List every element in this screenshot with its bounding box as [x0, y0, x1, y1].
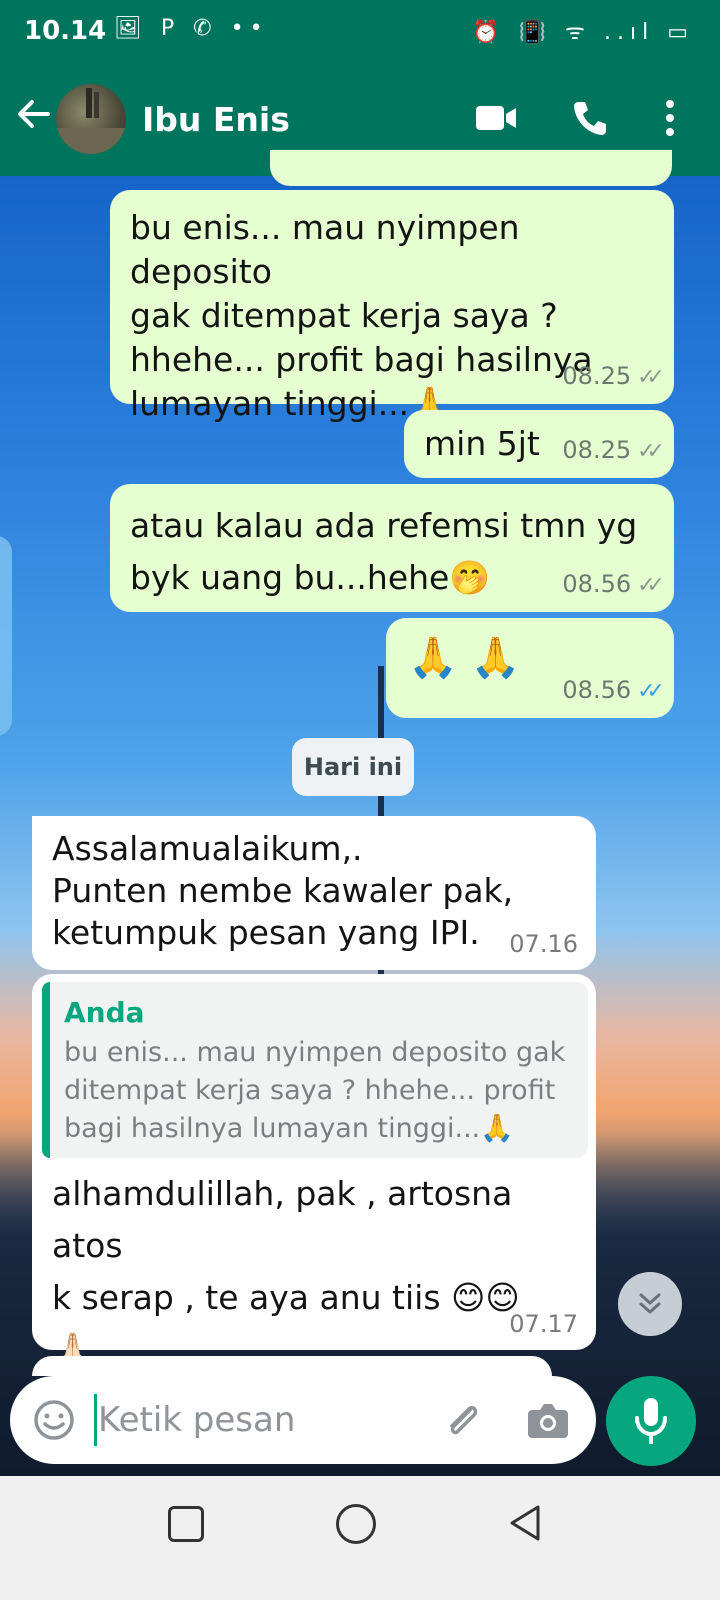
scroll-to-bottom-button[interactable] — [618, 1272, 682, 1336]
message-text: alhamdulillah, pak , artosna atos k sera… — [52, 1174, 520, 1369]
back-triangle-icon[interactable] — [508, 1504, 542, 1542]
delivered-double-tick-icon: ✓✓ — [637, 439, 665, 464]
date-divider: Hari ini — [292, 738, 414, 796]
message-time: 07.17 — [509, 1310, 578, 1338]
back-arrow-icon[interactable] — [14, 94, 54, 134]
message-meta: 08.25 ✓✓ — [562, 362, 665, 392]
message-input[interactable]: Ketik pesan — [98, 1396, 295, 1444]
system-status-icons: ⏰ 📳 ᯤ ..ıl ▭ — [472, 20, 694, 45]
system-navigation-bar — [0, 1476, 720, 1600]
status-bar: 10.14 🖼 P ✆ •• ⏰ 📳 ᯤ ..ıl ▭ — [0, 0, 720, 66]
emoji-icon[interactable] — [32, 1398, 76, 1442]
double-chevron-down-icon — [639, 1293, 661, 1314]
delivered-double-tick-icon: ✓✓ — [637, 573, 665, 598]
quote-text: bu enis... mau nyimpen deposito gak dite… — [64, 1037, 566, 1144]
message-text: 🙏 🙏 — [408, 635, 521, 681]
more-vert-icon[interactable] — [660, 96, 680, 140]
message-bubble-outgoing[interactable]: min 5jt 08.25 ✓✓ — [404, 410, 674, 478]
message-time: 08.25 — [562, 436, 632, 464]
quoted-reply[interactable]: Anda bu enis... mau nyimpen deposito gak… — [42, 982, 588, 1158]
delivered-double-tick-icon: ✓✓ — [637, 365, 665, 390]
message-time: 08.56 — [562, 570, 632, 598]
message-time: 08.25 — [562, 362, 632, 390]
previous-message-bubble[interactable] — [270, 150, 672, 186]
voice-record-button[interactable] — [606, 1376, 696, 1466]
message-time: 07.16 — [509, 930, 578, 958]
edge-panel-handle[interactable] — [0, 536, 12, 736]
message-time: 08.56 — [562, 676, 632, 704]
message-text: bu enis... mau nyimpen deposito gak dite… — [130, 208, 593, 423]
read-double-tick-icon: ✓✓ — [637, 679, 665, 704]
video-call-icon[interactable] — [474, 100, 518, 136]
text-cursor — [94, 1394, 97, 1446]
contact-avatar[interactable] — [56, 84, 126, 154]
next-message-bubble[interactable] — [32, 1356, 552, 1376]
quote-author: Anda — [64, 996, 145, 1029]
attach-paperclip-icon[interactable] — [440, 1398, 484, 1442]
microphone-icon — [631, 1396, 671, 1446]
message-bubble-outgoing[interactable]: bu enis... mau nyimpen deposito gak dite… — [110, 190, 674, 423]
message-bubble-outgoing[interactable]: 🙏 🙏 08.56 ✓✓ — [386, 618, 674, 718]
home-circle-icon[interactable] — [336, 1504, 376, 1544]
message-text: Assalamualaikum,. Punten nembe kawaler p… — [52, 829, 514, 952]
recent-apps-square-icon[interactable] — [168, 1506, 204, 1542]
message-meta: 07.17 — [509, 1310, 578, 1338]
status-time: 10.14 — [24, 16, 107, 46]
contact-name[interactable]: Ibu Enis — [142, 100, 290, 139]
message-meta: 08.56 ✓✓ — [562, 570, 665, 600]
message-composer[interactable]: Ketik pesan — [10, 1376, 596, 1464]
phone-call-icon[interactable] — [570, 98, 610, 138]
notification-icons: 🖼 P ✆ •• — [114, 16, 269, 41]
message-meta: 08.25 ✓✓ — [562, 436, 665, 466]
message-bubble-incoming[interactable]: Assalamualaikum,. Punten nembe kawaler p… — [32, 816, 596, 970]
message-bubble-outgoing[interactable]: atau kalau ada refemsi tmn yg byk uang b… — [110, 484, 674, 612]
message-meta: 08.56 ✓✓ — [562, 676, 665, 706]
camera-icon[interactable] — [526, 1400, 570, 1440]
message-meta: 07.16 — [509, 930, 578, 958]
quote-accent-bar — [42, 982, 50, 1158]
